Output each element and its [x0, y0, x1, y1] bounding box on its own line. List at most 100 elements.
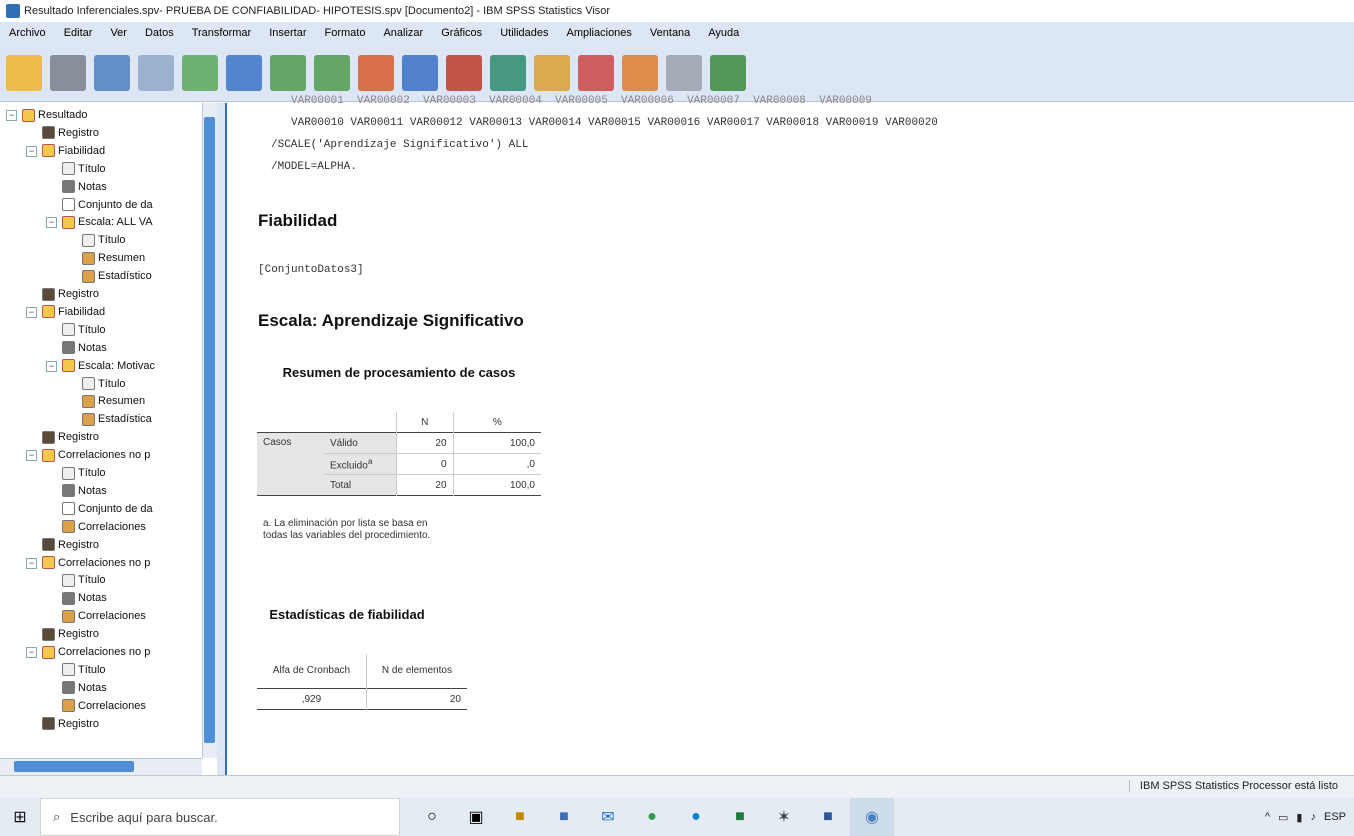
outline-node[interactable]: Correlaciones no p — [42, 644, 150, 660]
outline-node[interactable]: Registro — [42, 125, 99, 141]
outline-node[interactable]: Fiabilidad — [42, 143, 105, 159]
table-title[interactable]: Estadísticas de fiabilidad — [257, 606, 437, 623]
menu-analizar[interactable]: Analizar — [374, 27, 432, 39]
outline-node[interactable]: Registro — [42, 716, 99, 732]
menu-editar[interactable]: Editar — [55, 27, 102, 39]
outline-node[interactable]: Notas — [62, 680, 107, 696]
outline-node[interactable]: Conjunto de da — [62, 501, 153, 517]
menu-graficos[interactable]: Gráficos — [432, 27, 491, 39]
outline-node[interactable]: Correlaciones — [62, 608, 146, 624]
store-icon[interactable]: ■ — [498, 798, 542, 836]
collapse-toggle[interactable]: − — [26, 557, 37, 569]
print-preview-icon[interactable] — [138, 54, 174, 91]
outline-node[interactable]: Título — [82, 232, 126, 248]
undo-icon[interactable] — [270, 54, 306, 91]
hide-icon[interactable] — [710, 54, 746, 91]
show-hidden-icons-icon[interactable]: ^ — [1265, 811, 1270, 823]
open-folder-icon[interactable] — [6, 54, 42, 91]
print-icon[interactable] — [94, 54, 130, 91]
collapse-toggle[interactable]: − — [26, 450, 37, 462]
network-icon[interactable]: ▭ — [1278, 811, 1288, 824]
outline-node[interactable]: Notas — [62, 179, 107, 195]
outline-node[interactable]: Correlaciones — [62, 698, 146, 714]
collapse-toggle[interactable]: − — [26, 647, 37, 658]
outline-node[interactable]: Título — [62, 662, 106, 678]
outline-node[interactable]: Correlaciones — [62, 519, 146, 535]
language-indicator[interactable]: ESP — [1324, 811, 1346, 823]
outline-node[interactable]: Registro — [42, 286, 99, 302]
task-view-icon[interactable]: ▣ — [454, 798, 498, 836]
volume-icon[interactable]: ♪ — [1310, 811, 1316, 823]
edge-icon[interactable]: ● — [674, 798, 718, 836]
outline-node[interactable]: Notas — [62, 483, 107, 499]
export-icon[interactable] — [182, 54, 218, 91]
word-icon[interactable]: ■ — [806, 798, 850, 836]
menu-transformar[interactable]: Transformar — [183, 27, 261, 39]
outline-node[interactable]: Resultado — [22, 107, 88, 123]
outline-node[interactable]: Estadística — [82, 411, 152, 427]
pane-splitter[interactable] — [217, 103, 227, 775]
show-icon[interactable] — [666, 54, 702, 91]
goto-variable-icon[interactable] — [402, 54, 438, 91]
outline-node[interactable]: Resumen — [82, 250, 145, 266]
outline-node[interactable]: Título — [62, 322, 106, 338]
menu-archivo[interactable]: Archivo — [0, 27, 55, 39]
game-icon[interactable]: ✶ — [762, 798, 806, 836]
outline-node[interactable]: Notas — [62, 340, 107, 356]
variables-icon[interactable] — [490, 54, 526, 91]
outline-node[interactable]: Título — [82, 376, 126, 392]
menu-datos[interactable]: Datos — [136, 27, 183, 39]
spss-taskbar-icon[interactable]: ◉ — [850, 798, 894, 836]
windows-start-button[interactable]: ⊞ — [0, 798, 40, 836]
menu-ayuda[interactable]: Ayuda — [699, 27, 748, 39]
outline-node[interactable]: Título — [62, 465, 106, 481]
outline-node[interactable]: Conjunto de da — [62, 197, 153, 213]
table-title[interactable]: Resumen de procesamiento de casos — [257, 364, 541, 381]
designated-window-icon[interactable] — [534, 54, 570, 91]
collapse-toggle[interactable]: − — [6, 110, 17, 121]
outline-horizontal-scrollbar[interactable] — [0, 758, 202, 775]
processing-summary-table[interactable]: N % Casos Válido 20 100,0 Excluidoa 0 ,0… — [257, 412, 541, 496]
battery-icon[interactable]: ▮ — [1296, 811, 1302, 824]
demote-icon[interactable] — [622, 54, 658, 91]
outline-node[interactable]: Estadístico — [82, 268, 152, 284]
collapse-toggle[interactable]: − — [26, 145, 37, 157]
reliability-stats-table[interactable]: Alfa de Cronbach N de elementos ,929 20 — [257, 654, 467, 710]
chrome-icon[interactable]: ● — [630, 798, 674, 836]
outline-node[interactable]: Registro — [42, 429, 99, 445]
menu-ventana[interactable]: Ventana — [641, 27, 699, 39]
collapse-toggle[interactable]: − — [26, 306, 37, 318]
menu-utilidades[interactable]: Utilidades — [491, 27, 557, 39]
outline-node[interactable]: Registro — [42, 537, 99, 553]
menu-insertar[interactable]: Insertar — [260, 27, 315, 39]
save-icon[interactable] — [50, 54, 86, 91]
outline-node[interactable]: Escala: Motivac — [62, 358, 155, 374]
collapse-toggle[interactable]: − — [46, 217, 57, 229]
goto-case-icon[interactable] — [358, 54, 394, 91]
menu-formato[interactable]: Formato — [316, 27, 375, 39]
mail-icon[interactable]: ✉ — [586, 798, 630, 836]
outline-node[interactable]: Escala: ALL VA — [62, 214, 153, 230]
insert-output-icon[interactable] — [446, 54, 482, 91]
outline-node[interactable]: Registro — [42, 626, 99, 642]
goto-data-icon[interactable] — [226, 54, 262, 91]
menu-ver[interactable]: Ver — [101, 27, 136, 39]
outline-node[interactable]: Fiabilidad — [42, 304, 105, 320]
outline-node[interactable]: Notas — [62, 590, 107, 606]
file-explorer-icon[interactable]: ■ — [542, 798, 586, 836]
outline-node[interactable]: Correlaciones no p — [42, 447, 150, 463]
promote-icon[interactable] — [578, 54, 614, 91]
outline-node[interactable]: Título — [62, 572, 106, 588]
outline-node[interactable]: Resumen — [82, 393, 145, 409]
taskbar-search-box[interactable]: ⌕ Escribe aquí para buscar. — [40, 798, 400, 836]
collapse-toggle[interactable]: − — [46, 360, 57, 372]
outline-vertical-scrollbar[interactable] — [202, 103, 217, 758]
excel-icon[interactable]: ■ — [718, 798, 762, 836]
menu-ampliaciones[interactable]: Ampliaciones — [558, 27, 641, 39]
outline-node[interactable]: Correlaciones no p — [42, 555, 150, 571]
cortana-icon[interactable]: ○ — [410, 798, 454, 836]
outline-node[interactable]: Título — [62, 161, 106, 177]
scroll-thumb[interactable] — [14, 761, 134, 772]
scroll-thumb[interactable] — [204, 117, 215, 743]
redo-icon[interactable] — [314, 54, 350, 91]
